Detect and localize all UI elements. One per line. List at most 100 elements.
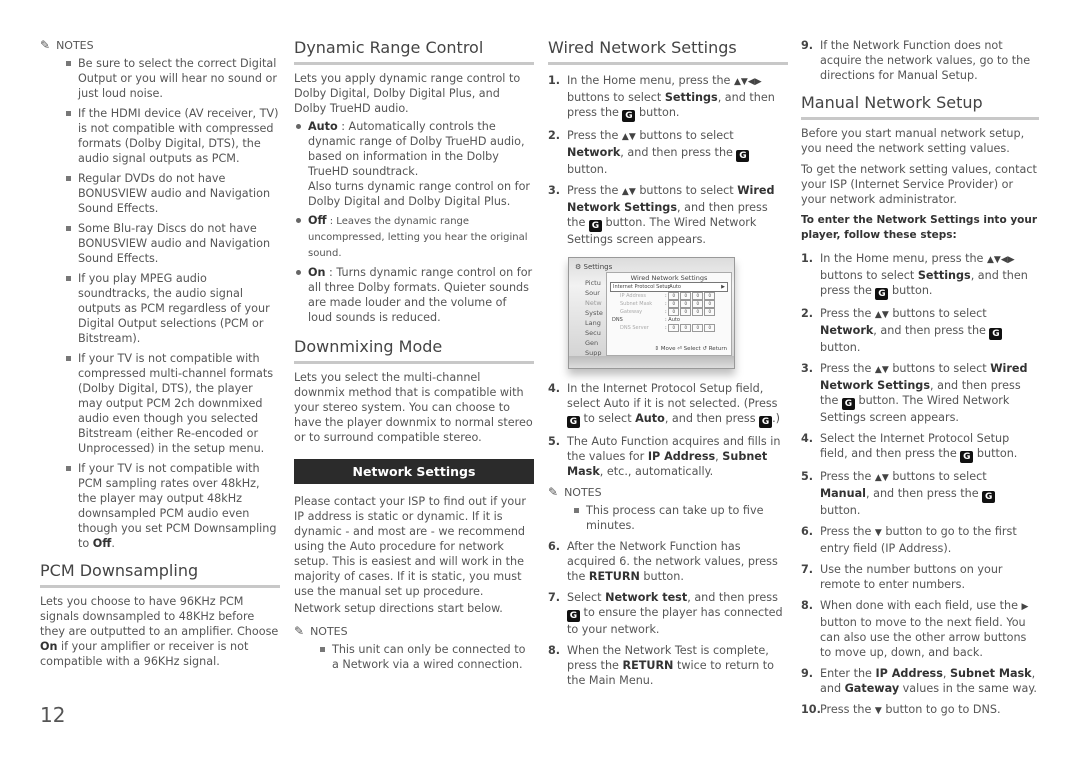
menu-item: Syste (585, 309, 603, 317)
step-text: button. (888, 284, 933, 297)
step-bold: Network (820, 324, 874, 337)
arrow-buttons-icon: ▲▼ (874, 310, 889, 320)
step-number: 5. (801, 470, 814, 483)
step-number: 2. (801, 307, 814, 320)
note-item: This process can take up to five minutes… (572, 503, 788, 533)
drc-options: Auto : Automatically controls the dynami… (294, 119, 534, 325)
menu-item: Lang (585, 319, 601, 327)
arrow-buttons-icon: ▲▼ (621, 187, 636, 197)
step-bold: Network test (605, 591, 688, 604)
notes-heading: ✎ NOTES (40, 38, 280, 53)
step-3: 3. Press the ▲▼ buttons to select Wired N… (801, 361, 1039, 425)
step-text: to select (580, 412, 636, 425)
note-item: If you play MPEG audio soundtracks, the … (64, 271, 280, 346)
step-text: Use the number buttons on your remote to… (820, 563, 1003, 591)
dialog-footer: ⇕ Move ⏎ Select ↺ Return (654, 346, 727, 352)
step-text: button. (567, 163, 608, 176)
step-bold: IP Address (647, 450, 716, 463)
note-item: Be sure to select the correct Digital Ou… (64, 56, 280, 101)
screenshot-menu: Pictu Sour Netw Syste Lang Secu Gen Supp (585, 278, 603, 358)
step-bold: Auto (635, 412, 665, 425)
gateway-boxes: : 0000 (665, 308, 716, 316)
note-item: If your TV is not compatible with compre… (64, 351, 280, 456)
step-number: 3. (801, 362, 814, 375)
step-number: 10. (801, 703, 821, 716)
pencil-icon: ✎ (548, 485, 559, 499)
section-title-pcm-downsampling: PCM Downsampling (40, 561, 280, 588)
step-bold: Manual (820, 487, 866, 500)
step-7: 7. Select Network test, and then press G … (548, 590, 788, 637)
gateway-row: Gateway : 0000 (610, 308, 728, 316)
drc-option-on: On : Turns dynamic range control on for … (296, 265, 534, 325)
step-text: , and then press the (620, 146, 737, 159)
dialog-title: Wired Network Settings (630, 274, 708, 282)
step-bold: Settings (664, 91, 718, 104)
note-item: If your TV is not compatible with PCM sa… (64, 461, 280, 551)
step-bold: Subnet Mask (950, 667, 1032, 680)
step-text: In the Home menu, press the (567, 74, 734, 87)
step-text: buttons to select (635, 184, 738, 197)
step-3: 3. Press the ▲▼ buttons to select Wired N… (548, 183, 788, 247)
step-text: buttons to select (635, 129, 734, 142)
step-2: 2. Press the ▲▼ buttons to select Network… (801, 306, 1039, 355)
step-9: 9. Enter the IP Address, Subnet Mask, and… (801, 666, 1039, 696)
step-text: Press the (820, 307, 875, 320)
notes-label: NOTES (310, 625, 348, 638)
step-text: Press the (820, 525, 875, 538)
wired-steps-cont: 4. In the Internet Protocol Setup field, … (548, 381, 788, 479)
column-4: 9. If the Network Function does not acqui… (801, 38, 1039, 725)
row-label: Subnet Mask (620, 301, 653, 307)
note-item: If the HDMI device (AV receiver, TV) is … (64, 106, 280, 166)
step-number: 1. (801, 252, 814, 265)
body-bold: On (40, 640, 58, 653)
down-arrow-icon: ▼ (874, 706, 882, 716)
step-6: 6. Press the ▼ button to go to the first … (801, 524, 1039, 556)
step-number: 9. (801, 39, 814, 52)
drc-option-off: Off : Leaves the dynamic range uncompres… (296, 213, 534, 261)
step-text: .) (772, 412, 781, 425)
body-text: Lets you choose to have 96KHz PCM signal… (40, 595, 279, 638)
ips-row: Internet Protocol Setup: Auto ▶ (610, 282, 728, 292)
row-label: DNS Server (620, 325, 649, 331)
pencil-icon: ✎ (40, 38, 51, 52)
section-title-downmixing-mode: Downmixing Mode (294, 337, 534, 364)
step-text: button. (639, 570, 684, 583)
step-8: 8. When the Network Test is complete, pre… (548, 643, 788, 688)
row-value: : Auto (666, 284, 681, 290)
enter-button-icon: G (960, 451, 974, 463)
step-1: 1. In the Home menu, press the ▲▼◀▶ butto… (801, 251, 1039, 300)
notes-list: This process can take up to five minutes… (548, 503, 788, 533)
step-text: , and then press (664, 412, 760, 425)
step-8: 8. When done with each field, use the ▶ b… (801, 598, 1039, 660)
step-text: , and then press the (873, 324, 990, 337)
step-text: When done with each field, use the (820, 599, 1022, 612)
row-label: Gateway (620, 309, 643, 315)
enter-button-icon: G (982, 491, 996, 503)
step-4: 4. In the Internet Protocol Setup field, … (548, 381, 788, 428)
step-text: In the Home menu, press the (820, 252, 987, 265)
step-number: 7. (548, 591, 561, 604)
option-text: : Turns dynamic range control on for all… (308, 266, 533, 324)
option-name: On (308, 266, 326, 279)
step-number: 7. (801, 563, 814, 576)
drc-body: Lets you apply dynamic range control to … (294, 72, 521, 115)
drc-option-auto: Auto : Automatically controls the dynami… (296, 119, 534, 209)
step-text: buttons to select (567, 91, 665, 104)
enter-button-icon: G (567, 416, 580, 428)
step-6: 6. After the Network Function has acquire… (548, 539, 788, 584)
menu-item: Netw (585, 299, 602, 307)
screenshot-bottom-bar (569, 356, 734, 368)
step-1: 1. In the Home menu, press the ▲▼◀▶ butto… (548, 73, 788, 122)
step-bold: IP Address (875, 667, 943, 680)
step-number: 5. (548, 435, 561, 448)
enter-button-icon: G (588, 220, 602, 232)
network-body: Please contact your ISP to find out if y… (294, 495, 526, 598)
step-bold: RETURN (622, 659, 674, 672)
ip-row: IP Address: 0000 (610, 292, 728, 300)
chevron-right-icon: ▶ (721, 284, 725, 290)
step-7: 7. Use the number buttons on your remote … (801, 562, 1039, 592)
option-name: Auto (308, 120, 338, 133)
step-number: 3. (548, 184, 561, 197)
page-number: 12 (40, 703, 66, 727)
arrow-buttons-icon: ▲▼◀▶ (987, 255, 1015, 265)
